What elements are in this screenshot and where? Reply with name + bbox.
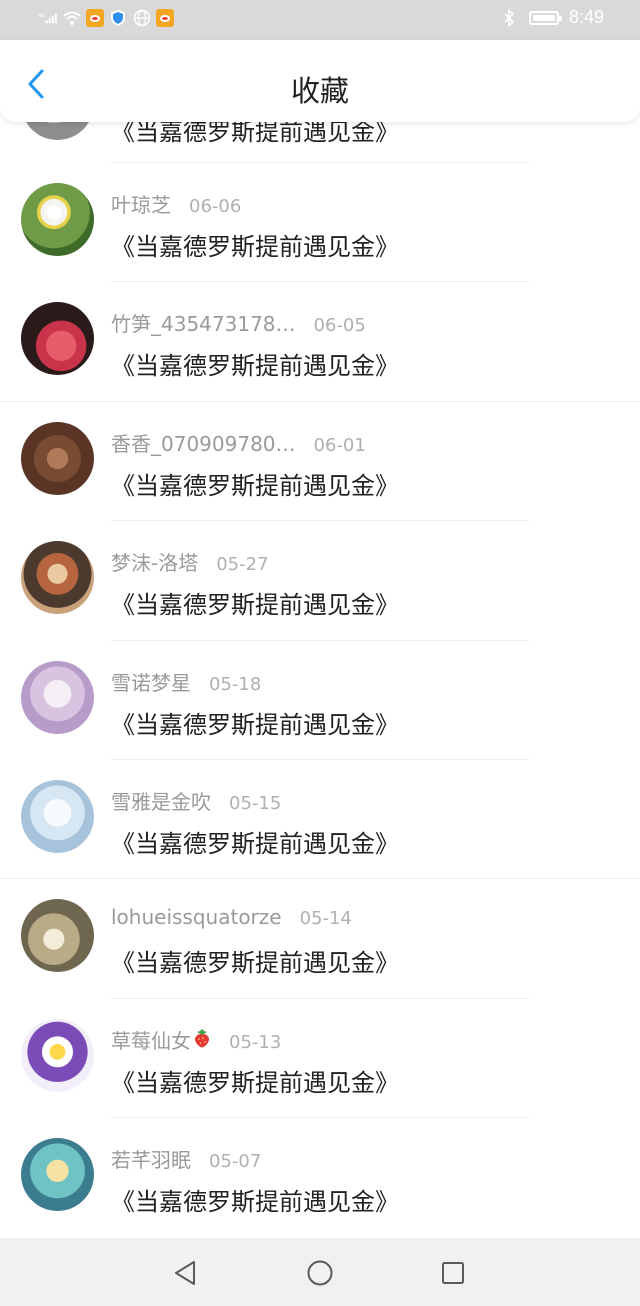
list-item[interactable]: 若芊羽眠 05-07 《当嘉德罗斯提前遇见金》 [0, 1118, 640, 1237]
header: 收藏 [0, 40, 640, 122]
avatar[interactable] [21, 899, 94, 973]
nav-home-button[interactable] [305, 1258, 335, 1288]
avatar[interactable] [21, 1138, 94, 1212]
list-item[interactable]: 雪诺梦星 05-18 《当嘉德罗斯提前遇见金》 [0, 641, 640, 760]
date: 06-01 [313, 434, 366, 456]
item-title: 《当嘉德罗斯提前遇见金》 [111, 591, 399, 620]
globe-icon [132, 8, 152, 28]
username[interactable]: 雪诺梦星 [111, 667, 191, 696]
date: 05-18 [209, 673, 262, 695]
triangle-back-icon [175, 1261, 195, 1285]
username[interactable]: 若芊羽眠 [111, 1144, 191, 1173]
item-title: 《当嘉德罗斯提前遇见金》 [111, 1188, 399, 1217]
item-title: 《当嘉德罗斯提前遇见金》 [111, 1068, 399, 1097]
list-item[interactable]: 竹笋_435473178… 06-05 《当嘉德罗斯提前遇见金》 [0, 282, 640, 402]
clock: 8:49 [568, 7, 604, 27]
username[interactable]: 竹笋_435473178… [111, 308, 296, 337]
wifi-icon [62, 8, 82, 28]
username[interactable]: lohueissquatorze [111, 905, 282, 929]
item-title: 《当嘉德罗斯提前遇见金》 [111, 471, 399, 500]
date: 06-06 [189, 196, 242, 217]
item-title: 《当嘉德罗斯提前遇见金》 [111, 233, 399, 261]
username[interactable]: 叶琼芝 [111, 189, 171, 218]
signal-icon: 4G [38, 8, 58, 28]
battery-icon [528, 10, 562, 25]
date: 05-27 [216, 554, 269, 576]
page-title: 收藏 [290, 74, 349, 108]
nav-recents-button[interactable] [438, 1258, 468, 1288]
list-item[interactable]: 雪雅是金吹 05-15 《当嘉德罗斯提前遇见金》 [0, 760, 640, 880]
weibo-icon [86, 9, 104, 27]
item-title: 《当嘉德罗斯提前遇见金》 [111, 352, 399, 381]
circle-home-icon [307, 1260, 333, 1286]
avatar[interactable] [21, 660, 94, 734]
list-item[interactable]: 草莓仙女 05-13 《当嘉德罗斯提前遇见金》 [0, 999, 640, 1119]
username[interactable]: 雪雅是金吹 [111, 786, 211, 815]
username[interactable]: 草莓仙女 [111, 1025, 191, 1054]
shield-icon [108, 8, 128, 28]
list-item[interactable]: 梦沫-洛塔 05-27 《当嘉德罗斯提前遇见金》 [0, 521, 640, 641]
date: 05-14 [299, 908, 352, 930]
bluetooth-icon [499, 8, 519, 28]
item-title: 《当嘉德罗斯提前遇见金》 [111, 949, 399, 978]
list-item[interactable]: lohueissquatorze 05-14 《当嘉德罗斯提前遇见金》 [0, 879, 640, 999]
avatar[interactable] [21, 1018, 94, 1092]
favorites-list: 《当嘉德罗斯提前遇见金》 叶琼芝 06-06 《当嘉德罗斯提前遇见金》 竹笋_4… [0, 103, 640, 1238]
avatar[interactable] [21, 302, 94, 376]
system-nav-bar [0, 1238, 640, 1306]
square-recents-icon [442, 1262, 464, 1284]
date: 05-07 [209, 1151, 262, 1173]
network-type-label: 4G [38, 13, 46, 19]
avatar[interactable] [21, 421, 94, 495]
username[interactable]: 梦沫-洛塔 [111, 547, 198, 576]
nav-back-button[interactable] [170, 1258, 200, 1288]
avatar[interactable] [21, 183, 94, 256]
date: 05-13 [229, 1031, 282, 1053]
username[interactable]: 香香_070909780… [111, 428, 296, 457]
avatar[interactable] [21, 541, 94, 615]
list-item[interactable]: 叶琼芝 06-06 《当嘉德罗斯提前遇见金》 [0, 163, 640, 283]
item-title: 《当嘉德罗斯提前遇见金》 [111, 829, 399, 858]
date: 05-15 [229, 792, 282, 814]
avatar[interactable] [21, 779, 94, 853]
status-bar: 4G 8:49 [0, 0, 640, 40]
item-title: 《当嘉德罗斯提前遇见金》 [111, 710, 399, 739]
strawberry-icon [195, 1028, 209, 1048]
date: 06-05 [313, 315, 366, 337]
list-item[interactable]: 香香_070909780… 06-01 《当嘉德罗斯提前遇见金》 [0, 402, 640, 522]
weibo-icon [156, 9, 174, 27]
